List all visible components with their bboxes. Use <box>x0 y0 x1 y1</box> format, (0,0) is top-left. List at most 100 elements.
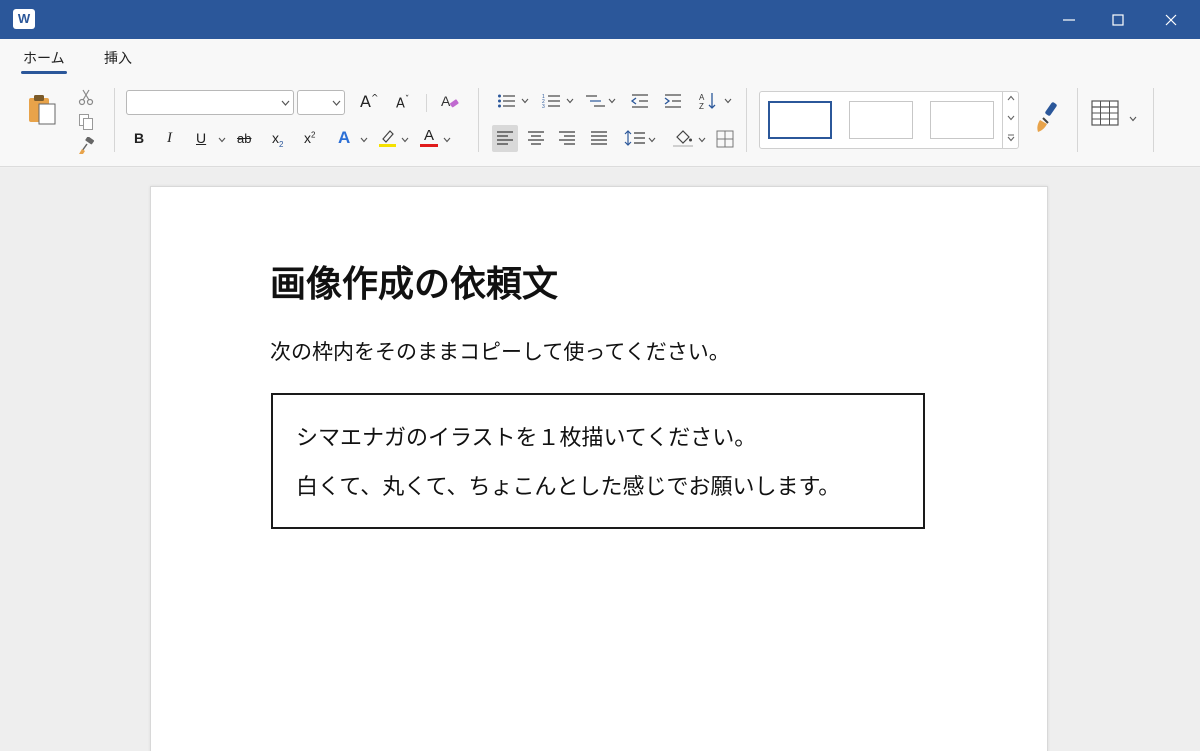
clear-formatting-button[interactable]: A <box>440 93 460 111</box>
table-button[interactable] <box>1091 100 1119 126</box>
copy-icon <box>79 114 93 130</box>
chevron-down-icon <box>608 98 616 104</box>
superscript-button[interactable]: x2 <box>304 130 315 146</box>
minimize-button[interactable] <box>1046 0 1092 39</box>
borders-button[interactable] <box>716 130 734 148</box>
bullet-list-icon <box>498 94 515 108</box>
clear-formatting-icon: A <box>441 93 459 109</box>
active-tab-indicator <box>21 71 67 74</box>
svg-text:A: A <box>441 93 451 109</box>
chevron-down-icon <box>281 100 290 106</box>
decrease-indent-icon <box>630 94 648 108</box>
subscript-label: x <box>272 130 279 146</box>
format-painter-button[interactable] <box>78 137 96 155</box>
cut-button[interactable] <box>78 88 94 106</box>
chevron-down-icon <box>332 100 341 106</box>
chevron-down-icon <box>521 98 529 104</box>
grow-font-label: A <box>360 92 371 111</box>
subscript-button[interactable]: x2 <box>272 130 283 149</box>
chevron-down-icon <box>1129 116 1137 122</box>
justify-button[interactable] <box>590 130 608 146</box>
chevron-down-icon <box>443 137 451 143</box>
paint-bucket-icon <box>673 130 693 147</box>
numbering-button[interactable]: 1 2 3 <box>542 93 562 109</box>
increase-indent-button[interactable] <box>663 93 683 109</box>
prompt-text-box[interactable] <box>271 393 925 529</box>
chevron-down-icon <box>360 137 368 143</box>
bold-button[interactable]: B <box>134 130 144 146</box>
chevron-down-icon <box>1007 115 1015 121</box>
align-right-icon <box>559 131 575 145</box>
italic-button[interactable]: I <box>167 130 172 147</box>
chevron-down-icon <box>648 137 656 143</box>
styles-gallery-scroll[interactable] <box>1002 91 1019 149</box>
chevron-down-icon <box>724 98 732 104</box>
highlight-color-button[interactable] <box>378 128 398 148</box>
chevron-down-icon <box>566 98 574 104</box>
line-spacing-button[interactable] <box>624 129 646 147</box>
decrease-indent-button[interactable] <box>630 93 650 109</box>
svg-text:A: A <box>699 93 705 102</box>
tab-home[interactable]: ホーム <box>23 49 65 71</box>
chevron-down-icon <box>401 137 409 143</box>
copy-button[interactable] <box>78 113 94 131</box>
paintbrush-icon <box>1037 102 1057 132</box>
chevron-down-icon <box>218 137 226 143</box>
sort-icon: A Z <box>699 93 716 111</box>
text-effects-button[interactable]: A <box>338 128 350 148</box>
group-separator <box>1153 88 1154 152</box>
style-option-3[interactable] <box>930 101 994 139</box>
app-icon-letter: W <box>17 11 31 26</box>
tab-insert[interactable]: 挿入 <box>104 49 132 71</box>
paste-icon <box>29 95 56 125</box>
bullets-button[interactable] <box>497 93 517 109</box>
minimize-icon <box>1063 19 1075 21</box>
svg-text:Z: Z <box>699 102 704 111</box>
shrink-font-label: A <box>396 96 405 112</box>
group-separator <box>1077 88 1078 152</box>
sort-button[interactable]: A Z <box>698 91 720 111</box>
prompt-line-1: シマエナガのイラストを１枚描いてください。 <box>296 426 757 451</box>
styles-pane-button[interactable] <box>1034 100 1066 136</box>
align-left-icon <box>497 131 513 145</box>
strikethrough-button[interactable]: ab <box>237 131 251 146</box>
borders-icon <box>716 130 734 148</box>
style-option-1[interactable] <box>768 101 832 139</box>
shading-button[interactable] <box>672 128 694 148</box>
group-separator <box>746 88 747 152</box>
font-color-button[interactable]: A <box>420 128 438 147</box>
toolbar-separator <box>426 94 427 112</box>
numbered-list-icon: 1 2 3 <box>542 94 560 109</box>
maximize-icon <box>1112 14 1124 26</box>
align-left-button[interactable] <box>496 130 514 146</box>
superscript-label: x <box>304 130 311 146</box>
line-spacing-icon <box>624 130 645 146</box>
document-title: 画像作成の依頼文 <box>270 264 559 305</box>
underline-button[interactable]: U <box>196 130 206 146</box>
shrink-font-button[interactable]: Aˇ <box>396 95 409 111</box>
title-bar: W <box>0 0 1200 39</box>
grow-font-button[interactable]: A^ <box>360 92 379 111</box>
paste-button[interactable] <box>26 92 60 126</box>
word-app-icon: W <box>13 9 35 29</box>
align-center-icon <box>528 131 544 145</box>
document-intro: 次の枠内をそのままコピーして使ってください。 <box>270 340 730 364</box>
close-button[interactable] <box>1148 0 1194 39</box>
svg-text:3: 3 <box>542 104 545 109</box>
font-size-dropdown[interactable] <box>297 90 345 115</box>
close-icon <box>1165 14 1177 26</box>
multilevel-list-button[interactable] <box>585 93 607 109</box>
more-styles-icon <box>1007 134 1015 142</box>
highlighter-icon <box>379 130 396 147</box>
increase-indent-icon <box>664 94 681 108</box>
align-center-button[interactable] <box>527 130 545 146</box>
table-icon <box>1091 100 1119 126</box>
group-separator <box>114 88 115 152</box>
align-right-button[interactable] <box>558 130 576 146</box>
maximize-button[interactable] <box>1095 0 1141 39</box>
chevron-up-icon <box>1007 95 1015 101</box>
style-option-2[interactable] <box>849 101 913 139</box>
scissors-icon <box>78 89 94 106</box>
format-painter-icon <box>79 137 95 154</box>
font-name-dropdown[interactable] <box>126 90 294 115</box>
